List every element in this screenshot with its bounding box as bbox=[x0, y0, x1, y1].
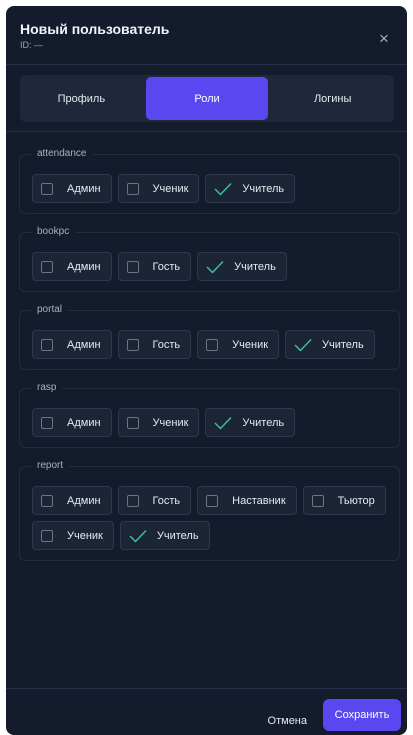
checkbox-empty-icon bbox=[41, 416, 53, 429]
role-group-title: report bbox=[32, 459, 70, 473]
role-label: Админ bbox=[67, 338, 101, 351]
checkbox-empty-icon bbox=[206, 338, 219, 351]
dialog-footer: Отмена Сохранить bbox=[181, 699, 401, 731]
role-label: Админ bbox=[67, 260, 101, 273]
close-icon[interactable]: × bbox=[377, 30, 391, 47]
role-checkbox[interactable]: Гость bbox=[117, 330, 192, 359]
role-group-portal: portal Админ Гость Ученик Учитель bbox=[19, 303, 400, 370]
role-group-title: portal bbox=[32, 303, 69, 317]
checkbox-empty-icon bbox=[126, 338, 139, 351]
tab-profile[interactable]: Профиль bbox=[20, 75, 143, 122]
role-group-report: report Админ Гость Наставник Тьютор Ученик Учи… bbox=[19, 459, 400, 561]
role-label: Ученик bbox=[152, 182, 189, 195]
role-group-bookpc: bookpc Админ Гость Учитель bbox=[19, 225, 400, 292]
role-label: Учитель bbox=[242, 182, 285, 195]
header-divider bbox=[6, 64, 407, 65]
tab-roles[interactable]: Роли bbox=[145, 77, 269, 120]
checkbox-empty-icon bbox=[41, 260, 53, 273]
checkbox-empty-icon bbox=[206, 494, 219, 507]
role-checkbox[interactable]: Админ bbox=[32, 330, 112, 359]
role-checkbox[interactable]: Админ bbox=[32, 174, 112, 203]
checkmark-icon bbox=[294, 338, 312, 352]
role-group-attendance: attendance Админ Ученик Учитель bbox=[19, 147, 400, 214]
role-groups: attendance Админ Ученик Учитель bookpc Админ Г… bbox=[19, 147, 400, 579]
role-label: Ученик bbox=[232, 338, 269, 351]
checkbox-empty-icon bbox=[41, 494, 53, 507]
role-label: Ученик bbox=[152, 416, 189, 429]
role-checkbox[interactable]: Учитель bbox=[285, 330, 375, 359]
role-label: Гость bbox=[152, 338, 181, 351]
checkmark-icon bbox=[214, 182, 232, 196]
role-checkbox[interactable]: Ученик bbox=[197, 330, 280, 359]
role-label: Учитель bbox=[156, 529, 199, 542]
role-label: Тьютор bbox=[337, 494, 375, 507]
new-user-dialog: Новый пользователь ID: — × Профиль Роли … bbox=[6, 6, 407, 735]
checkbox-empty-icon bbox=[311, 494, 324, 507]
checkbox-empty-icon bbox=[126, 182, 139, 195]
tabs-divider bbox=[6, 131, 407, 132]
role-checkbox[interactable]: Учитель bbox=[205, 174, 296, 203]
role-options: Админ Гость Наставник Тьютор Ученик Учитель bbox=[32, 486, 389, 550]
footer-divider bbox=[6, 688, 407, 689]
checkmark-icon bbox=[214, 416, 232, 430]
role-checkbox[interactable]: Наставник bbox=[197, 486, 297, 515]
role-checkbox[interactable]: Тьютор bbox=[302, 486, 386, 515]
role-checkbox[interactable]: Ученик bbox=[32, 521, 114, 550]
dialog-title: Новый пользователь bbox=[20, 21, 170, 37]
tab-bar: Профиль Роли Логины bbox=[20, 75, 394, 122]
role-label: Админ bbox=[67, 416, 101, 429]
tab-logins[interactable]: Логины bbox=[271, 75, 394, 122]
dialog-header: Новый пользователь ID: — × bbox=[20, 20, 393, 60]
role-label: Учитель bbox=[322, 338, 364, 351]
role-checkbox[interactable]: Ученик bbox=[117, 174, 200, 203]
role-checkbox[interactable]: Админ bbox=[32, 252, 112, 281]
role-checkbox[interactable]: Гость bbox=[117, 252, 192, 281]
role-group-rasp: rasp Админ Ученик Учитель bbox=[19, 381, 400, 448]
role-checkbox[interactable]: Учитель bbox=[205, 408, 296, 437]
role-checkbox[interactable]: Админ bbox=[32, 408, 112, 437]
role-checkbox[interactable]: Учитель bbox=[197, 252, 287, 281]
user-id-label: ID: — bbox=[20, 40, 44, 50]
role-label: Гость bbox=[152, 494, 181, 507]
role-checkbox[interactable]: Учитель bbox=[119, 521, 210, 550]
role-label: Ученик bbox=[67, 529, 103, 542]
checkbox-empty-icon bbox=[41, 338, 53, 351]
role-label: Учитель bbox=[242, 416, 285, 429]
checkbox-empty-icon bbox=[126, 494, 139, 507]
role-checkbox[interactable]: Гость bbox=[117, 486, 192, 515]
checkbox-empty-icon bbox=[41, 529, 53, 542]
checkbox-empty-icon bbox=[126, 416, 139, 429]
checkmark-icon bbox=[129, 529, 147, 543]
role-group-title: attendance bbox=[32, 147, 93, 161]
save-button[interactable]: Сохранить bbox=[323, 699, 401, 731]
role-label: Наставник bbox=[232, 494, 286, 507]
checkmark-icon bbox=[206, 260, 224, 274]
role-label: Админ bbox=[67, 494, 101, 507]
role-options: Админ Гость Учитель bbox=[32, 252, 389, 281]
role-label: Гость bbox=[152, 260, 181, 273]
role-group-title: bookpc bbox=[32, 225, 76, 239]
role-options: Админ Ученик Учитель bbox=[32, 408, 389, 437]
checkbox-empty-icon bbox=[41, 182, 53, 195]
role-group-title: rasp bbox=[32, 381, 63, 395]
role-checkbox[interactable]: Админ bbox=[32, 486, 112, 515]
role-label: Учитель bbox=[234, 260, 276, 273]
checkbox-empty-icon bbox=[126, 260, 139, 273]
role-label: Админ bbox=[67, 182, 101, 195]
role-checkbox[interactable]: Ученик bbox=[117, 408, 200, 437]
role-options: Админ Гость Ученик Учитель bbox=[32, 330, 389, 359]
role-options: Админ Ученик Учитель bbox=[32, 174, 389, 203]
cancel-button[interactable]: Отмена bbox=[268, 709, 307, 733]
